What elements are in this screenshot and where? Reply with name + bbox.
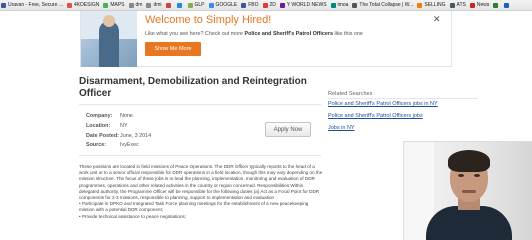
detail-value: IvyExec	[120, 142, 139, 149]
bookmark-favicon-icon	[208, 2, 214, 8]
detail-key: Location:	[86, 122, 111, 129]
close-icon[interactable]: ✕	[433, 14, 441, 25]
bookmark-item[interactable]: imoa	[330, 2, 352, 8]
bookmark-favicon-icon	[146, 2, 152, 8]
job-title: Disarmament, Demobilization and Reintegr…	[79, 76, 307, 99]
bookmark-item[interactable]: News	[469, 2, 493, 8]
bookmark-favicon-icon	[165, 2, 171, 8]
bookmark-favicon-icon	[128, 2, 134, 8]
bookmark-item[interactable]: ATS	[449, 2, 469, 8]
detail-value: None	[120, 113, 133, 119]
bookmark-label: 2D	[269, 2, 276, 8]
bookmark-item[interactable]: The Total Collapse | W...	[351, 2, 416, 8]
detail-value: NY	[120, 122, 128, 129]
bookmark-item[interactable]	[503, 2, 514, 8]
job-details: Company: None Location: NY Date Posted: …	[86, 112, 151, 151]
bookmark-item[interactable]: GLP	[187, 2, 208, 8]
webcam-overlay	[403, 141, 532, 240]
bookmark-favicon-icon	[187, 2, 193, 8]
bookmark-favicon-icon	[469, 2, 475, 8]
bookmark-item[interactable]	[176, 2, 187, 8]
detail-row-source: Source: IvyExec	[86, 141, 151, 151]
banner-title: Welcome to Simply Hired!	[145, 14, 272, 26]
bookmark-favicon-icon	[67, 2, 73, 8]
related-link[interactable]: Police and Sheriff's Patrol Officers job…	[328, 113, 423, 119]
bookmark-label: imoa	[337, 2, 349, 8]
divider	[328, 98, 478, 99]
divider	[79, 104, 321, 105]
bookmark-label: Uravan - Free, Secure ...	[8, 2, 64, 8]
bookmark-label: 4KDESIGN	[74, 2, 100, 8]
banner-sub-link[interactable]: Police and Sheriff's Patrol Officers	[244, 31, 332, 37]
bookmark-item[interactable]: SELLING	[416, 2, 448, 8]
related-link[interactable]: Police and Sheriff's Patrol Officers job…	[328, 101, 438, 107]
bookmark-favicon-icon	[449, 2, 455, 8]
bookmark-item[interactable]: 2D	[262, 2, 279, 8]
bookmark-item[interactable]: dmi	[145, 2, 164, 8]
bookmark-item[interactable]: MAPS	[102, 2, 127, 8]
bookmark-label: dmi	[153, 2, 162, 8]
bookmark-label: FBO	[248, 2, 259, 8]
bookmark-favicon-icon	[176, 2, 182, 8]
bookmark-item[interactable]: GOOGLE	[208, 2, 241, 8]
bookmark-item[interactable]: Y WORLD NEWS	[279, 2, 330, 8]
bookmark-favicon-icon	[504, 2, 510, 8]
bookmark-favicon-icon	[352, 2, 358, 8]
bookmark-favicon-icon	[330, 2, 336, 8]
detail-key: Date Posted:	[86, 132, 119, 139]
related-searches-heading: Related Searches	[328, 91, 373, 97]
banner-photo	[81, 11, 137, 67]
detail-key: Source:	[86, 142, 107, 149]
bookmark-item[interactable]	[492, 2, 503, 8]
bookmark-favicon-icon	[103, 2, 109, 8]
bookmark-label: GOOGLE	[215, 2, 238, 8]
bookmark-item[interactable]: dm	[128, 2, 146, 8]
description-bullet: • Provide technical assistance to peace …	[79, 213, 187, 219]
bookmark-label: MAPS	[110, 2, 125, 8]
bookmark-favicon-icon	[1, 2, 6, 8]
bookmark-favicon-icon	[417, 2, 423, 8]
description-paragraph: These positions are located in field mis…	[79, 164, 323, 201]
bookmarks-bar: Uravan - Free, Secure ... 4KDESIGN MAPS dm d…	[0, 0, 532, 11]
description-bullet: • Participate in DPKO and Integrated Tas…	[79, 201, 309, 213]
banner-sub-prefix: Like what you see here? Check out more	[145, 31, 243, 37]
job-description: These positions are located in field mis…	[79, 164, 323, 220]
bookmark-label: The Total Collapse | W...	[359, 2, 414, 8]
related-link[interactable]: Jobs in NY	[328, 125, 355, 131]
bookmark-label: SELLING	[424, 2, 446, 8]
bookmark-favicon-icon	[493, 2, 499, 8]
bookmark-favicon-icon	[241, 2, 247, 8]
detail-key: Company:	[86, 113, 113, 119]
apply-now-button[interactable]: Apply Now	[265, 122, 311, 137]
detail-row-date: Date Posted: June, 3 2014	[86, 132, 151, 142]
bookmark-item[interactable]: 4KDESIGN	[66, 2, 102, 8]
bookmark-label: News	[476, 2, 490, 8]
banner-sub-suffix: like this one	[334, 31, 363, 37]
bookmark-label: ATS	[456, 2, 466, 8]
show-me-more-button[interactable]: Show Me More	[145, 42, 201, 56]
detail-row-location: Location: NY	[86, 122, 151, 132]
bookmark-label: Y WORLD NEWS	[286, 2, 327, 8]
bookmark-favicon-icon	[262, 2, 268, 8]
bookmark-item[interactable]: FBO	[240, 2, 261, 8]
banner-subtitle: Like what you see here? Check out more P…	[145, 31, 363, 37]
bookmark-label: dm	[135, 2, 143, 8]
bookmark-item[interactable]: Uravan - Free, Secure ...	[0, 2, 66, 8]
welcome-banner: Welcome to Simply Hired! Like what you s…	[80, 11, 452, 67]
bookmark-label: GLP	[194, 2, 205, 8]
detail-value: June, 3 2014	[120, 132, 152, 139]
divider	[79, 155, 321, 156]
detail-row-company: Company: None	[86, 112, 151, 122]
bookmark-favicon-icon	[279, 2, 285, 8]
bookmark-item[interactable]	[165, 2, 176, 8]
